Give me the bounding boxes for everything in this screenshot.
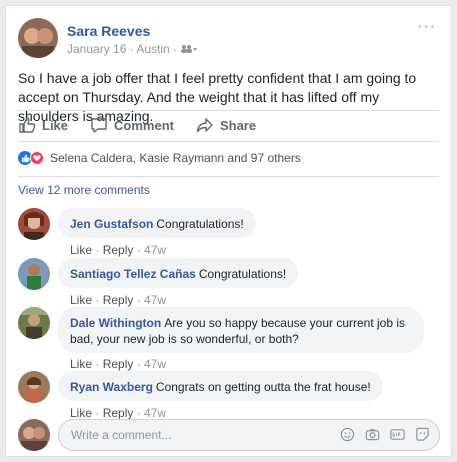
speech-bubble-icon	[91, 118, 107, 133]
comment-item: Dale Withington Are you so happy because …	[18, 307, 438, 371]
author-name[interactable]: Sara Reeves	[67, 23, 150, 39]
reactions-summary[interactable]: Selena Caldera, Kasie Raymann and 97 oth…	[18, 151, 301, 165]
divider	[18, 141, 439, 142]
comment-reply-link[interactable]: Reply	[103, 293, 134, 307]
comment-like-link[interactable]: Like	[70, 406, 92, 420]
comment-composer: Write a comment...	[18, 419, 440, 451]
post-card: Sara Reeves January 16 · Austin · ··· So…	[5, 5, 452, 457]
emoji-icon[interactable]	[340, 427, 355, 442]
post-actions: Like Comment Share	[18, 115, 278, 135]
comment-item: Jen Gustafson Congratulations! Like · Rep…	[18, 208, 438, 258]
commenter-avatar[interactable]	[18, 307, 50, 339]
comment-actions: Like · Reply · 47w	[70, 357, 167, 371]
sticker-icon[interactable]	[415, 427, 430, 442]
comment-time[interactable]: 47w	[144, 357, 166, 371]
commenter-avatar[interactable]	[18, 258, 50, 290]
comment-bubble: Dale Withington Are you so happy because …	[58, 307, 424, 353]
comment-bubble: Santiago Tellez Cañas Congratulations!	[58, 258, 299, 288]
like-button[interactable]: Like	[18, 116, 68, 134]
comment-like-link[interactable]: Like	[70, 357, 92, 371]
like-label: Like	[42, 117, 69, 133]
comment-actions: Like · Reply · 47w	[70, 406, 167, 420]
view-more-comments-link[interactable]: View 12 more comments	[18, 183, 150, 197]
comment-input-placeholder: Write a comment...	[71, 428, 172, 442]
thumbs-up-icon	[19, 117, 36, 133]
more-options-icon[interactable]: ···	[417, 19, 436, 35]
comment-text: Congrats on getting outta the frat house…	[155, 380, 371, 394]
commenter-avatar[interactable]	[18, 208, 50, 240]
comment-text: Congratulations!	[156, 217, 244, 231]
comment-like-link[interactable]: Like	[70, 243, 92, 257]
commenter-avatar[interactable]	[18, 371, 50, 403]
post-date[interactable]: January 16	[67, 42, 126, 56]
audience-friends-icon[interactable]	[180, 44, 198, 54]
comment-item: Santiago Tellez Cañas Congratulations! Li…	[18, 258, 438, 308]
author-avatar[interactable]	[18, 18, 58, 58]
comment-item: Ryan Waxberg Congrats on getting outta th…	[18, 371, 438, 420]
comment-actions: Like · Reply · 47w	[70, 243, 167, 257]
love-reaction-icon	[30, 151, 44, 165]
reactions-text: Selena Caldera, Kasie Raymann and 97 oth…	[50, 151, 301, 165]
comment-reply-link[interactable]: Reply	[103, 243, 134, 257]
comment-reply-link[interactable]: Reply	[103, 406, 134, 420]
commenter-name[interactable]: Jen Gustafson	[70, 217, 153, 231]
camera-icon[interactable]	[365, 427, 380, 442]
comment-time[interactable]: 47w	[144, 243, 166, 257]
share-button[interactable]: Share	[196, 116, 256, 134]
share-arrow-icon	[196, 118, 213, 133]
meta-separator: ·	[172, 42, 177, 56]
comment-like-link[interactable]: Like	[70, 293, 92, 307]
meta-separator: ·	[129, 42, 134, 56]
share-label: Share	[219, 117, 257, 133]
comment-bubble: Ryan Waxberg Congrats on getting outta th…	[58, 371, 383, 401]
commenter-name[interactable]: Dale Withington	[70, 316, 161, 330]
comment-text: Congratulations!	[198, 267, 287, 281]
current-user-avatar[interactable]	[18, 419, 50, 451]
comment-reply-link[interactable]: Reply	[103, 357, 134, 371]
comment-actions: Like · Reply · 47w	[70, 293, 167, 307]
divider	[18, 110, 439, 111]
comment-time[interactable]: 47w	[144, 406, 166, 420]
comment-bubble: Jen Gustafson Congratulations!	[58, 208, 256, 238]
post-meta: January 16 · Austin ·	[67, 42, 198, 56]
comment-button[interactable]: Comment	[90, 116, 174, 134]
comment-time[interactable]: 47w	[144, 293, 166, 307]
post-header: Sara Reeves January 16 · Austin · ···	[18, 18, 438, 62]
commenter-name[interactable]: Santiago Tellez Cañas	[70, 267, 196, 281]
composer-icons	[340, 427, 430, 442]
gif-icon[interactable]	[390, 427, 405, 442]
comment-label: Comment	[114, 117, 174, 133]
divider	[18, 176, 439, 177]
post-location[interactable]: Austin	[136, 42, 169, 56]
commenter-name[interactable]: Ryan Waxberg	[70, 380, 153, 394]
